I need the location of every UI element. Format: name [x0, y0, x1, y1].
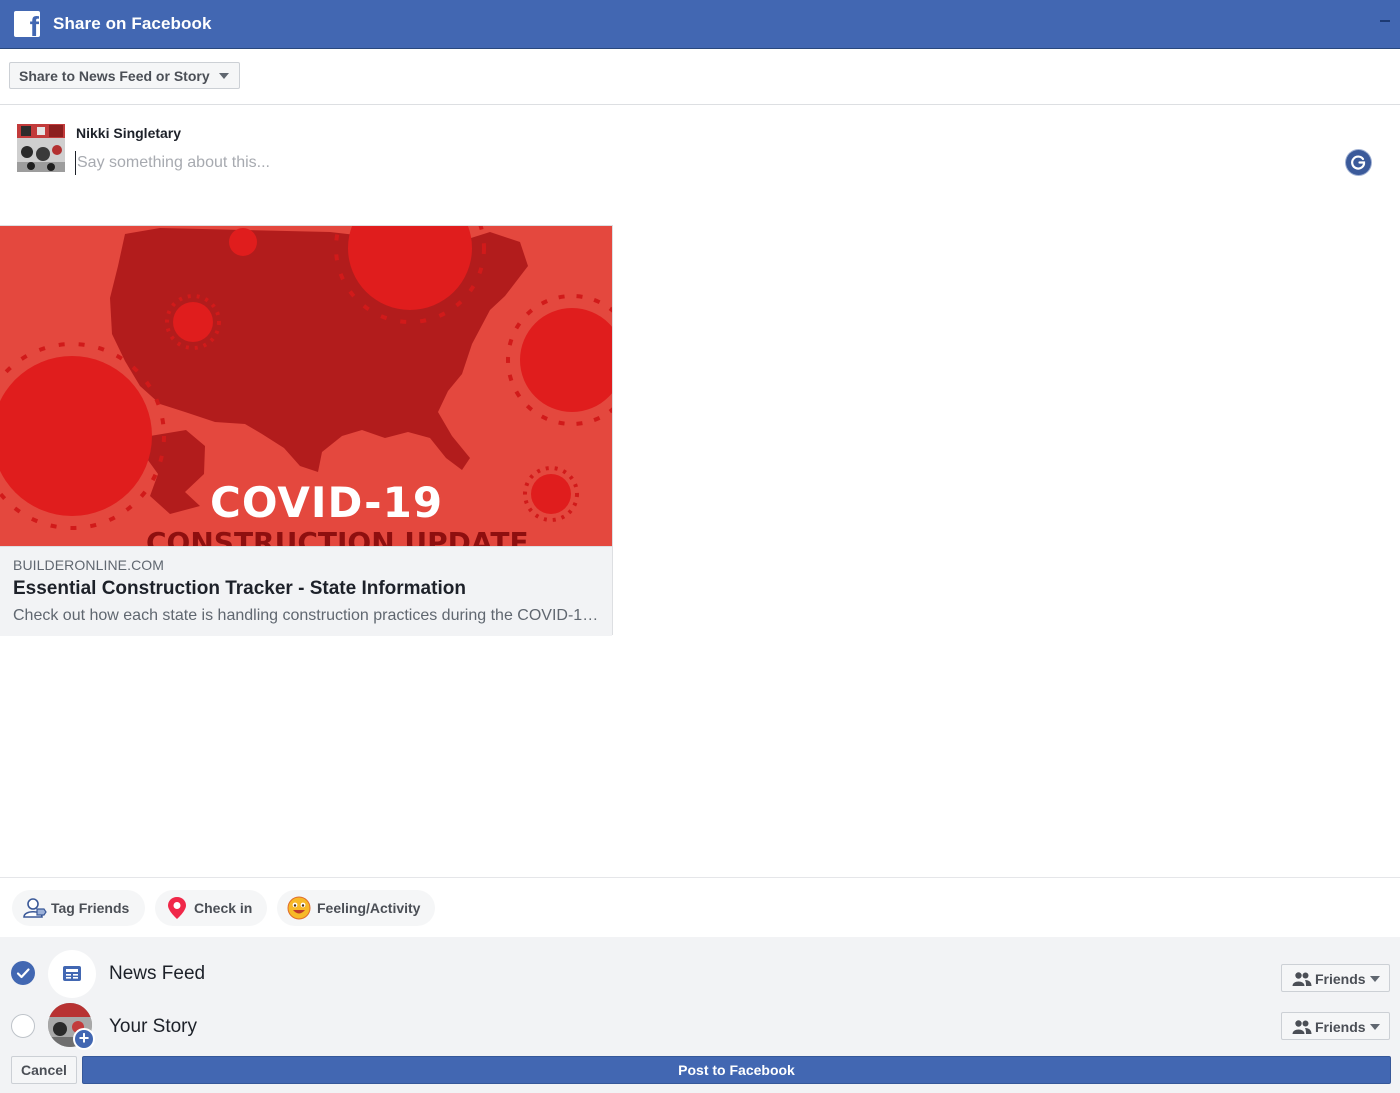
- your-story-audience-label: Friends: [1315, 1019, 1366, 1035]
- title-bar: f Share on Facebook: [0, 0, 1400, 49]
- news-feed-icon-wrap: [48, 950, 96, 998]
- chevron-down-icon: [1370, 976, 1380, 982]
- chevron-down-icon: [1370, 1024, 1380, 1030]
- chevron-down-icon: [219, 73, 229, 79]
- post-to-facebook-button[interactable]: Post to Facebook: [82, 1056, 1391, 1084]
- tag-friends-label: Tag Friends: [51, 900, 130, 916]
- check-in-label: Check in: [194, 900, 253, 916]
- link-preview-meta: BUILDERONLINE.COM Essential Construction…: [0, 546, 612, 636]
- check-in-button[interactable]: Check in: [155, 890, 267, 926]
- location-pin-icon: [168, 897, 186, 919]
- add-story-icon: +: [73, 1028, 95, 1050]
- divider: [0, 877, 1400, 878]
- tag-friends-button[interactable]: Tag Friends: [12, 890, 145, 926]
- your-story-checkbox[interactable]: [11, 1014, 35, 1038]
- window-title: Share on Facebook: [53, 14, 212, 33]
- your-story-audience-dropdown[interactable]: Friends: [1281, 1012, 1390, 1040]
- friends-icon: [1292, 972, 1312, 986]
- link-domain: BUILDERONLINE.COM: [13, 557, 165, 573]
- grammarly-icon[interactable]: [1346, 150, 1371, 175]
- checkmark-icon: [16, 968, 30, 979]
- minimize-icon[interactable]: [1380, 20, 1390, 22]
- share-target-label: Share to News Feed or Story: [19, 68, 210, 84]
- share-target-dropdown[interactable]: Share to News Feed or Story: [9, 62, 240, 89]
- link-title: Essential Construction Tracker - State I…: [13, 578, 466, 599]
- link-preview-card[interactable]: COVID-19 CONSTRUCTION UPDATE BUILDERONLI…: [0, 225, 613, 636]
- divider: [0, 104, 1400, 105]
- news-feed-audience-dropdown[interactable]: Friends: [1281, 964, 1390, 992]
- news-feed-label: News Feed: [109, 963, 206, 984]
- image-headline: COVID-19: [210, 478, 444, 527]
- link-description: Check out how each state is handling con…: [13, 607, 603, 624]
- image-subheadline: CONSTRUCTION UPDATE: [146, 526, 529, 546]
- user-avatar: [17, 124, 65, 172]
- link-preview-image: COVID-19 CONSTRUCTION UPDATE: [0, 226, 612, 546]
- user-name: Nikki Singletary: [76, 125, 182, 141]
- tag-friends-icon: [23, 898, 47, 918]
- news-feed-audience-label: Friends: [1315, 971, 1366, 987]
- news-feed-checkbox[interactable]: [11, 961, 35, 985]
- smiley-icon: [287, 896, 311, 920]
- post-text-input[interactable]: [75, 151, 1327, 175]
- friends-icon: [1292, 1020, 1312, 1034]
- feeling-activity-button[interactable]: Feeling/Activity: [277, 890, 435, 926]
- cancel-button[interactable]: Cancel: [11, 1056, 77, 1084]
- news-feed-icon: [63, 966, 81, 981]
- feeling-activity-label: Feeling/Activity: [317, 900, 421, 916]
- your-story-label: Your Story: [109, 1016, 198, 1037]
- facebook-logo-icon: f: [14, 11, 40, 37]
